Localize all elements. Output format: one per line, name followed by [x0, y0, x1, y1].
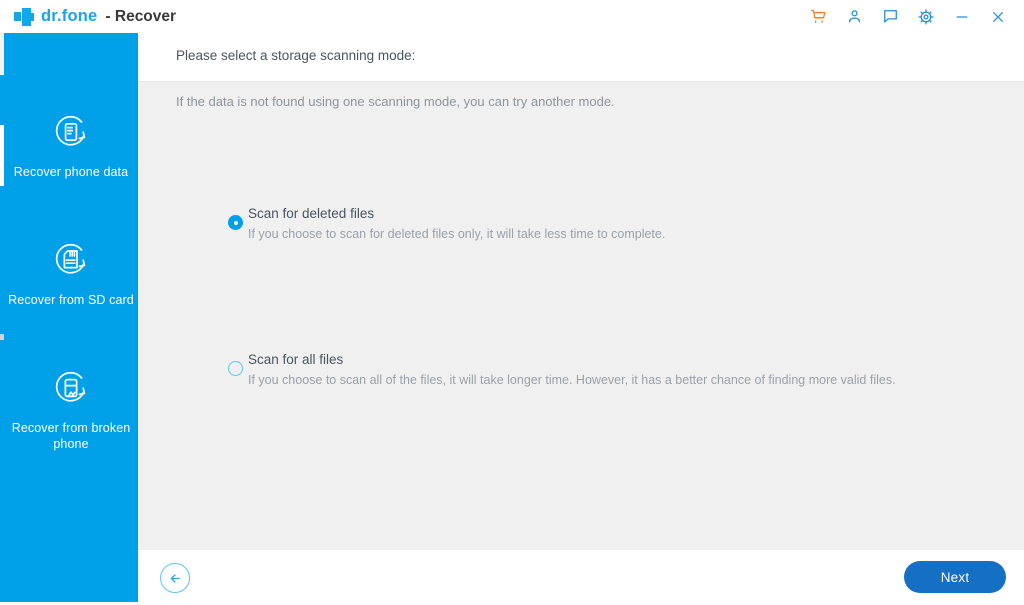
next-button[interactable]: Next [904, 561, 1006, 593]
option-title[interactable]: Scan for deleted files [248, 206, 374, 221]
sidebar-item-recover-phone-data[interactable]: Recover phone data [4, 109, 138, 180]
feedback-icon[interactable] [872, 0, 908, 33]
title-bar-actions [800, 0, 1016, 33]
radio-scan-all-files[interactable] [228, 361, 243, 376]
minimize-icon[interactable] [944, 0, 980, 33]
sidebar: Recover phone data Recover from SD card [4, 33, 138, 605]
sidebar-item-label: Recover from SD card [8, 293, 134, 307]
option-description: If you choose to scan all of the files, … [248, 373, 896, 387]
settings-gear-icon[interactable] [908, 0, 944, 33]
option-title[interactable]: Scan for all files [248, 352, 343, 367]
main-content: Please select a storage scanning mode: I… [138, 33, 1024, 605]
hint-text: If the data is not found using one scann… [176, 94, 615, 109]
main-header: Please select a storage scanning mode: [138, 33, 1024, 82]
broken-phone-recover-icon [4, 365, 138, 411]
brand-secondary-label: - Recover [105, 7, 177, 25]
arrow-left-icon [170, 573, 180, 583]
brand-primary-label: dr.fone [41, 7, 98, 25]
sidebar-item-label: Recover from broken phone [11, 421, 131, 451]
cart-icon[interactable] [800, 0, 836, 33]
phone-recover-icon [4, 109, 138, 155]
option-description: If you choose to scan for deleted files … [248, 227, 666, 241]
footer-bar: Next [138, 550, 1024, 605]
drfone-recover-window: dr.fone - Recover Recover phone data Rec… [0, 0, 1024, 605]
radio-scan-deleted-files[interactable] [228, 215, 243, 230]
app-brand: dr.fone - Recover [14, 0, 176, 33]
title-bar: dr.fone - Recover [0, 0, 1024, 33]
account-icon[interactable] [836, 0, 872, 33]
sidebar-item-recover-from-sd-card[interactable]: Recover from SD card [4, 237, 138, 308]
back-button[interactable] [160, 563, 190, 593]
sdcard-recover-icon [4, 237, 138, 283]
close-icon[interactable] [980, 0, 1016, 33]
drfone-plus-logo-icon [14, 7, 34, 26]
sidebar-item-label: Recover phone data [13, 165, 129, 179]
page-title: Please select a storage scanning mode: [176, 48, 416, 63]
sidebar-item-recover-from-broken-phone[interactable]: Recover from broken phone [4, 365, 138, 452]
